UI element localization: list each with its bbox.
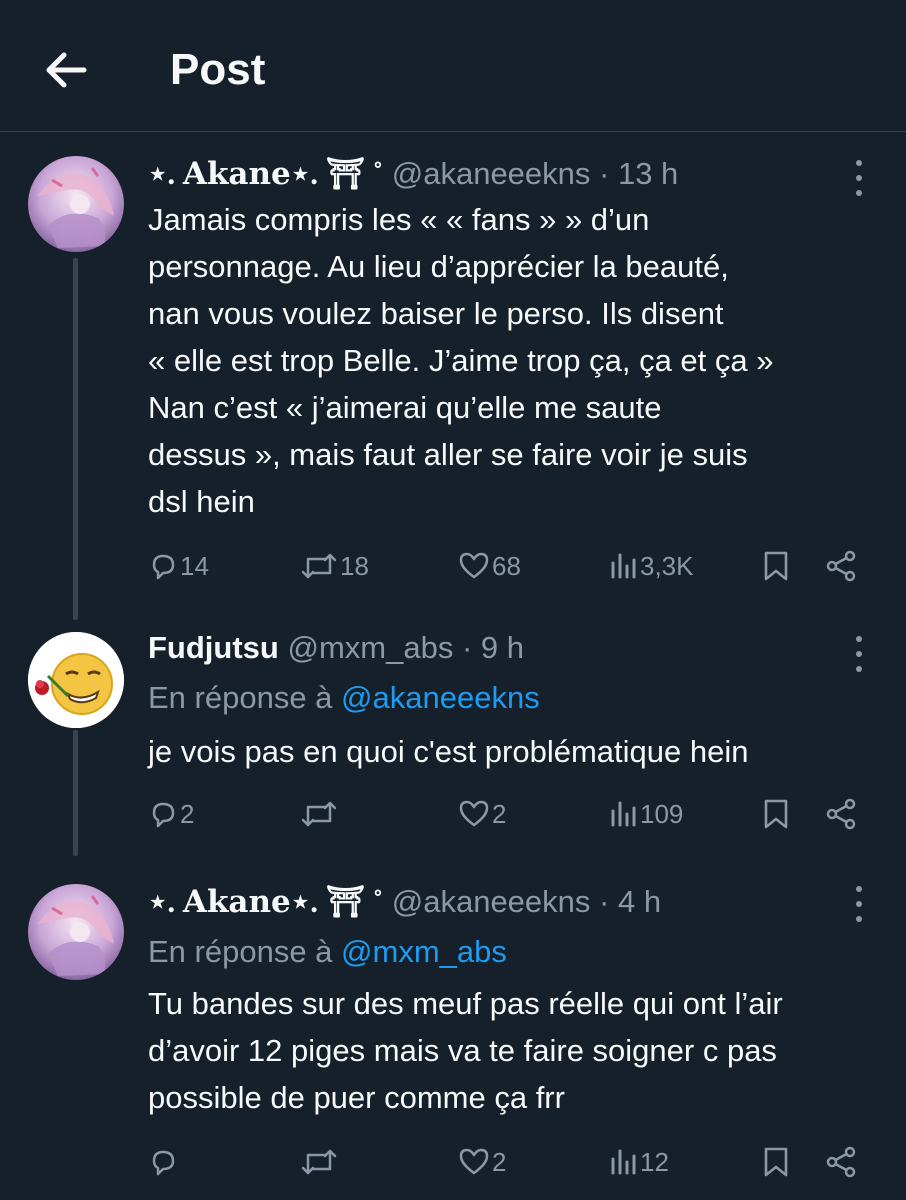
repost-icon	[301, 801, 337, 827]
views-chart-icon	[611, 553, 636, 579]
handle[interactable]: @akaneeekns	[392, 884, 591, 919]
share-button[interactable]	[824, 544, 858, 588]
back-button[interactable]	[40, 44, 92, 96]
display-name[interactable]: ⋆. 𝐀𝐤𝐚𝐧𝐞⋆. ⛩ ˚	[148, 156, 383, 191]
timestamp[interactable]: · 4 h	[599, 884, 661, 919]
repost-icon	[301, 553, 337, 579]
bookmark-button[interactable]	[762, 1140, 790, 1184]
more-dot	[856, 666, 862, 672]
tweet-actions: 14 18 68 3,3K	[148, 544, 868, 588]
share-icon	[826, 550, 856, 582]
share-button[interactable]	[824, 1140, 858, 1184]
reply-button[interactable]	[148, 1140, 180, 1184]
top-bar: Post	[0, 0, 906, 132]
thread-line	[73, 730, 78, 856]
thread-line	[73, 258, 78, 620]
avatar[interactable]	[28, 884, 124, 980]
views-count: 3,3K	[640, 550, 694, 581]
display-name[interactable]: Fudjutsu	[148, 630, 279, 665]
share-icon	[826, 1146, 856, 1178]
views-button[interactable]: 12	[608, 1140, 669, 1184]
tweet-header: ⋆. 𝐀𝐤𝐚𝐧𝐞⋆. ⛩ ˚ @akaneeekns · 13 h	[148, 152, 846, 196]
more-dot	[856, 175, 862, 181]
repost-button[interactable]	[300, 792, 340, 836]
bookmark-button[interactable]	[762, 544, 790, 588]
reply-button[interactable]: 2	[148, 792, 194, 836]
reply-button[interactable]: 14	[148, 544, 209, 588]
reply-context: En réponse à @akaneeekns	[148, 676, 540, 720]
like-count: 2	[492, 798, 507, 829]
tweet-text: Tu bandes sur des meuf pas réelle qui on…	[148, 986, 783, 1115]
share-button[interactable]	[824, 792, 858, 836]
reply-to-label: En réponse à	[148, 680, 333, 715]
more-options-button[interactable]	[852, 886, 866, 922]
handle[interactable]: @mxm_abs	[287, 630, 453, 665]
like-count: 68	[492, 550, 521, 581]
tweet-text: Jamais compris les « « fans » » d’un per…	[148, 202, 774, 519]
anime-avatar-image	[28, 156, 124, 252]
heart-icon	[459, 800, 489, 827]
reply-to-mention[interactable]: @mxm_abs	[341, 934, 507, 969]
more-dot	[856, 901, 862, 907]
repost-count: 18	[340, 550, 369, 581]
reply-to-label: En réponse à	[148, 934, 333, 969]
like-count: 2	[492, 1146, 507, 1177]
views-count: 109	[640, 798, 684, 829]
heart-icon	[459, 552, 489, 579]
reply-context: En réponse à @mxm_abs	[148, 930, 507, 974]
tweet-text: je vois pas en quoi c'est problématique …	[148, 734, 749, 769]
bookmark-icon	[764, 799, 788, 829]
anime-avatar-image	[28, 884, 124, 980]
display-name[interactable]: ⋆. 𝐀𝐤𝐚𝐧𝐞⋆. ⛩ ˚	[148, 884, 383, 919]
repost-button[interactable]	[300, 1140, 340, 1184]
views-button[interactable]: 109	[608, 792, 683, 836]
more-dot	[856, 651, 862, 657]
tweet-header: Fudjutsu @mxm_abs · 9 h	[148, 626, 846, 670]
timestamp[interactable]: · 13 h	[599, 156, 678, 191]
views-button[interactable]: 3,3K	[608, 544, 694, 588]
smirk-emoji-rose-avatar	[28, 632, 124, 728]
like-button[interactable]: 2	[458, 1140, 506, 1184]
more-dot	[856, 916, 862, 922]
reply-icon	[152, 802, 175, 828]
reply-count: 2	[180, 798, 195, 829]
bookmark-button[interactable]	[762, 792, 790, 836]
views-chart-icon	[611, 801, 636, 827]
page-title: Post	[170, 45, 266, 94]
reply-icon	[152, 1150, 175, 1176]
reply-count: 14	[180, 550, 209, 581]
tweet-header: ⋆. 𝐀𝐤𝐚𝐧𝐞⋆. ⛩ ˚ @akaneeekns · 4 h	[148, 880, 846, 924]
like-button[interactable]: 68	[458, 544, 521, 588]
views-count: 12	[640, 1146, 669, 1177]
more-dot	[856, 636, 862, 642]
tweet-actions: 2 12	[148, 1140, 868, 1184]
bookmark-icon	[764, 1147, 788, 1177]
heart-icon	[459, 1148, 489, 1175]
reply-to-mention[interactable]: @akaneeekns	[341, 680, 540, 715]
repost-icon	[301, 1149, 337, 1175]
more-dot	[856, 886, 862, 892]
timestamp[interactable]: · 9 h	[462, 630, 524, 665]
more-options-button[interactable]	[852, 636, 866, 672]
bookmark-icon	[764, 551, 788, 581]
more-dot	[856, 160, 862, 166]
avatar[interactable]	[28, 632, 124, 728]
avatar[interactable]	[28, 156, 124, 252]
more-options-button[interactable]	[852, 160, 866, 196]
handle[interactable]: @akaneeekns	[392, 156, 591, 191]
repost-button[interactable]: 18	[300, 544, 369, 588]
reply-icon	[152, 554, 175, 580]
tweet-actions: 2 2 109	[148, 792, 868, 836]
arrow-left-icon	[46, 52, 87, 88]
share-icon	[826, 798, 856, 830]
like-button[interactable]: 2	[458, 792, 506, 836]
views-chart-icon	[611, 1149, 636, 1175]
